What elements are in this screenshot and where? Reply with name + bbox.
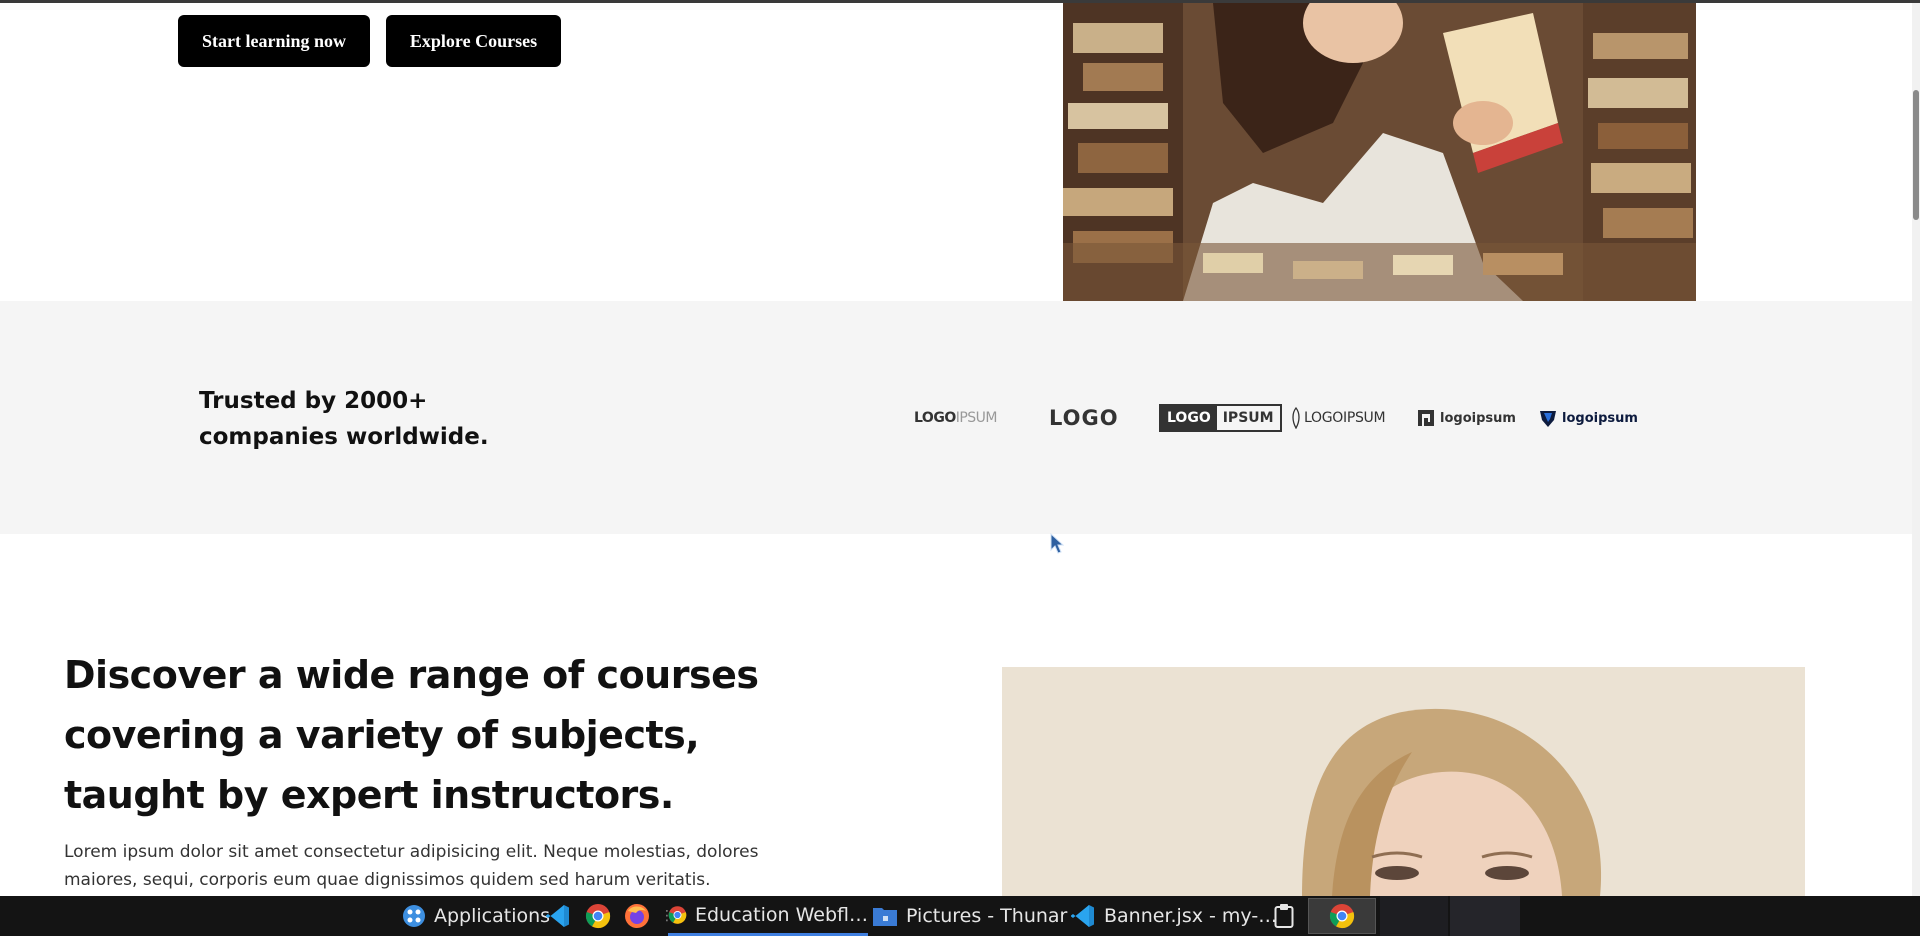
chrome-icon: [668, 905, 687, 924]
logo-mark-icon: [1418, 410, 1434, 426]
clipboard-icon: [1274, 904, 1294, 928]
company-logo: LOGOIPSUM: [914, 410, 998, 426]
taskbar-window-pictures[interactable]: Pictures - Thunar: [872, 896, 1067, 936]
company-logo: LOGOIPSUM: [1292, 403, 1386, 433]
vscode-icon: [1071, 905, 1094, 927]
workspace-2[interactable]: [1380, 896, 1448, 936]
taskbar: Applications ⋮ Education Webfl… Pictures…: [0, 896, 1920, 936]
taskbar-window-banner[interactable]: Banner.jsx - my-…: [1070, 896, 1277, 936]
chrome-icon: [585, 904, 611, 929]
leaf-icon: [1292, 407, 1300, 429]
chrome-launcher[interactable]: [585, 896, 611, 936]
discover-heading: Discover a wide range of courses coverin…: [64, 653, 759, 817]
firefox-launcher[interactable]: [624, 896, 650, 936]
company-logo: LOGOIPSUM: [1159, 404, 1282, 432]
vscode-launcher[interactable]: [545, 896, 571, 936]
company-logo: logoipsum: [1416, 403, 1516, 433]
company-logo: logoipsum: [1538, 403, 1638, 433]
mouse-cursor-icon: [1050, 533, 1064, 554]
applications-icon: [403, 905, 425, 927]
shield-icon: [1540, 411, 1556, 427]
explore-courses-button[interactable]: Explore Courses: [386, 15, 561, 67]
trusted-heading: Trusted by 2000+ companies worldwide.: [199, 388, 489, 450]
trusted-section: Trusted by 2000+ companies worldwide. LO…: [0, 301, 1920, 534]
vscode-icon: [546, 905, 569, 927]
chrome-icon: [1329, 904, 1355, 929]
instructor-image: [1002, 667, 1805, 896]
taskbar-window-education[interactable]: Education Webfl…: [668, 896, 868, 936]
firefox-icon: [625, 904, 649, 928]
clipboard-button[interactable]: [1274, 896, 1294, 936]
workspace-chrome-active[interactable]: [1308, 898, 1376, 934]
applications-menu-button[interactable]: Applications: [402, 896, 550, 936]
hero-image: [1063, 3, 1696, 301]
workspace-3[interactable]: [1450, 896, 1520, 936]
folder-icon: [873, 908, 897, 926]
company-logos: LOGO IPSUM LOGO LOGO IPSUM LOGOIPSUM logoi…: [914, 403, 1638, 433]
company-logo: LOGO: [1049, 406, 1119, 430]
discover-description: Lorem ipsum dolor sit amet consectetur a…: [64, 842, 759, 890]
scrollbar-thumb[interactable]: [1913, 90, 1919, 220]
start-learning-button[interactable]: Start learning now: [178, 15, 370, 67]
